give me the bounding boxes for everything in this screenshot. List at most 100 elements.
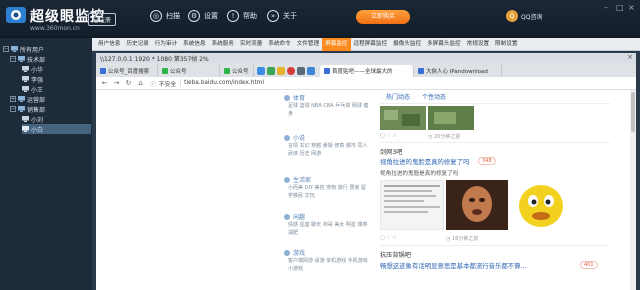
app-icon[interactable] xyxy=(267,67,275,75)
category-title[interactable]: 游戏 xyxy=(293,248,305,257)
buy-now-button[interactable]: 立即购买 xyxy=(356,10,410,24)
category-life: 生活家 小而美 DIY 美容 宠物 旅行 居家 留学移民 文玩 xyxy=(284,175,370,200)
help-icon: ! xyxy=(227,10,239,22)
tab-multi-camera[interactable]: 多屏幕头监控 xyxy=(424,38,464,51)
tab-screen-monitor[interactable]: 屏幕监控 xyxy=(322,37,351,51)
close-icon[interactable]: × xyxy=(628,3,635,12)
tree-item-dept-ops[interactable]: + 运营部 xyxy=(10,94,91,104)
tab-system-services[interactable]: 系统服务 xyxy=(209,38,237,51)
post-title-link[interactable]: 畅想这迹象有话明显意思是基本都流行音乐都不算... xyxy=(380,261,527,270)
viewer-title-bar: \\127.0.0.1 1920 * 1080 第357帧 2% × xyxy=(96,53,636,63)
folder-icon[interactable] xyxy=(277,67,285,75)
tree-item-label: 小白 xyxy=(31,126,44,134)
post-thumbnail-image[interactable] xyxy=(428,106,474,130)
tab-restriction-settings[interactable]: 限制设置 xyxy=(492,38,520,51)
tab-camera-monitor[interactable]: 摄像头监控 xyxy=(390,38,424,51)
computer-icon xyxy=(22,86,29,92)
post-title-link[interactable]: 视角拉进的鬼脸是真的修复了吗 xyxy=(380,157,469,166)
computer-icon xyxy=(22,76,29,82)
maximize-icon[interactable]: □ xyxy=(616,3,624,12)
url-text: tieba.baidu.com/index.html xyxy=(184,80,264,86)
browser-tab-active[interactable]: 首度贴吧——全球最大的 xyxy=(320,65,414,77)
forward-arrow-icon[interactable]: → xyxy=(113,79,120,87)
tree-item-dept-tech[interactable]: − 技术部 xyxy=(10,54,91,64)
forum-name[interactable]: 剑网3吧 xyxy=(380,147,403,156)
qq-consult-label: QQ咨询 xyxy=(521,13,543,21)
tree-item-dept-sales[interactable]: − 销售部 xyxy=(10,104,91,114)
category-title[interactable]: 小说 xyxy=(293,133,305,142)
category-title[interactable]: 生活家 xyxy=(293,175,311,184)
tree-item-user[interactable]: 小刘 xyxy=(22,114,91,124)
baidu-favicon-icon xyxy=(100,68,106,74)
nav-scan-button[interactable]: ◎ 扫描 xyxy=(150,10,180,22)
category-links[interactable]: 小而美 DIY 美容 宠物 旅行 居家 留学移民 文玩 xyxy=(288,184,370,200)
tieba-page: 体育 足球 篮球 NBA CBA 乒乓球 网球 健身 小说 言情 玄幻 穿越 悬… xyxy=(96,90,636,290)
screen-viewer: \\127.0.0.1 1920 * 1080 第357帧 2% × 公众号_百… xyxy=(92,51,640,290)
tab-system-info[interactable]: 系统信息 xyxy=(180,38,208,51)
home-icon[interactable]: ⌂ xyxy=(137,79,144,87)
category-links[interactable]: 客户端网游 桌游 单机游戏 手机游戏 小游戏 xyxy=(288,257,370,273)
browser-tab-label: 公众号_百度搜索 xyxy=(108,69,150,75)
tree-root[interactable]: − 所有用户 xyxy=(3,44,91,54)
tab-system-command[interactable]: 系统命令 xyxy=(265,38,293,51)
nav-settings-button[interactable]: ⚙ 设置 xyxy=(188,10,218,22)
browser-tab[interactable]: 公众号 xyxy=(220,65,254,77)
category-links[interactable]: 足球 篮球 NBA CBA 乒乓球 网球 健身 xyxy=(288,102,370,118)
collapse-icon[interactable]: − xyxy=(3,46,9,52)
tree-item-user[interactable]: 李强 xyxy=(22,74,91,84)
tab-general-settings[interactable]: 常规设置 xyxy=(464,38,492,51)
app-icon[interactable] xyxy=(257,67,265,75)
tree-item-user[interactable]: 小华 xyxy=(22,64,91,74)
browser-tab[interactable]: 大侠人心 IPandownload xyxy=(414,65,502,77)
tab-personal-feed[interactable]: 个性动态 xyxy=(416,92,452,102)
viewer-close-icon[interactable]: × xyxy=(627,53,633,61)
tree-item-label: 李强 xyxy=(31,76,44,84)
novel-icon xyxy=(284,134,290,141)
reload-icon[interactable]: ↻ xyxy=(125,79,132,87)
post-image-emoji[interactable] xyxy=(510,180,572,230)
app-icon[interactable] xyxy=(307,67,315,75)
back-arrow-icon[interactable]: ← xyxy=(101,79,108,87)
module-tab-bar: 用户信息 历史记录 行为审计 系统信息 系统服务 实时流量 系统命令 文件管理 … xyxy=(92,37,640,51)
collapse-icon[interactable]: − xyxy=(10,56,16,62)
nav-about-button[interactable]: » 关于 xyxy=(267,10,297,22)
tree-item-label: 小王 xyxy=(31,86,44,94)
browser-tab[interactable]: 公众号_百度搜索 xyxy=(96,65,158,77)
tab-remote-screen[interactable]: 远程屏幕监控 xyxy=(351,38,391,51)
remote-browser-window: 公众号_百度搜索 公众号 公众号 首度贴吧——全球最大的 大侠人心 IPando… xyxy=(96,63,636,290)
post-image-document[interactable] xyxy=(380,180,444,230)
reply-count-badge: 348 xyxy=(478,157,496,165)
tree-item-user[interactable]: 小王 xyxy=(22,84,91,94)
app-icon[interactable] xyxy=(297,67,305,75)
qq-consult-button[interactable]: Q QQ咨询 xyxy=(506,10,542,22)
app-icon[interactable] xyxy=(287,67,295,75)
category-links[interactable]: 情感 星座 聊天 帅哥 美女 明星 爆笑 减肥 xyxy=(288,221,370,237)
category-title[interactable]: 体育 xyxy=(293,93,305,102)
collapse-icon[interactable]: − xyxy=(10,106,16,112)
nav-help-button[interactable]: ! 帮助 xyxy=(227,10,257,22)
nav-settings-label: 设置 xyxy=(204,12,218,20)
tree-item-user-selected[interactable]: 小白 xyxy=(22,124,91,134)
tab-file-manager[interactable]: 文件管理 xyxy=(294,38,322,51)
category-title[interactable]: 闲趣 xyxy=(293,212,305,221)
tab-behavior-audit[interactable]: 行为审计 xyxy=(152,38,180,51)
tab-history[interactable]: 历史记录 xyxy=(123,38,151,51)
post-thumbnail-image[interactable] xyxy=(380,106,426,130)
expand-icon[interactable]: + xyxy=(10,96,16,102)
post-image-photo[interactable] xyxy=(446,180,508,230)
minimize-icon[interactable]: – xyxy=(604,3,608,12)
tab-hot-feed[interactable]: 热门动态 xyxy=(380,92,416,102)
forum-name[interactable]: 抗压背锅吧 xyxy=(380,250,411,259)
computer-icon xyxy=(22,126,29,132)
scrollbar-thumb[interactable] xyxy=(631,92,635,132)
tab-user-info[interactable]: 用户信息 xyxy=(95,38,123,51)
browser-tab-label: 首度贴吧——全球最大的 xyxy=(332,69,393,75)
browser-tab[interactable]: 公众号 xyxy=(158,65,220,77)
category-links[interactable]: 言情 玄幻 穿越 悬疑 修真 都市 同人 武侠 历史 网游 xyxy=(288,142,370,158)
tab-realtime-traffic[interactable]: 实时流量 xyxy=(237,38,265,51)
url-field[interactable]: ⓘ 不安全 | tieba.baidu.com/index.html xyxy=(150,79,264,88)
computer-group-icon xyxy=(18,106,25,112)
page-scrollbar[interactable] xyxy=(630,90,636,290)
sports-icon xyxy=(284,94,290,101)
address-bar: ← → ↻ ⌂ ⓘ 不安全 | tieba.baidu.com/index.ht… xyxy=(96,77,636,90)
